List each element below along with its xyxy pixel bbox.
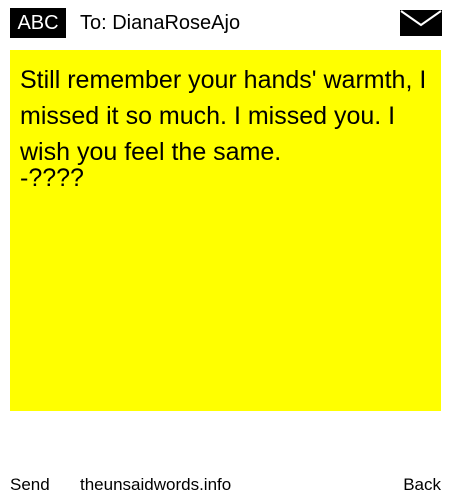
recipient-label: To: DianaRoseAjo (80, 12, 241, 34)
message-header: ABC To: DianaRoseAjo (0, 0, 450, 46)
message-text-area[interactable]: Still remember your hands' warmth, I mis… (10, 50, 441, 411)
envelope-icon[interactable] (400, 10, 442, 36)
back-button[interactable]: Back (403, 472, 441, 498)
footer-bar: Send theunsaidwords.info Back (0, 472, 450, 498)
unsaid-message-screen: ABC To: DianaRoseAjo Still remember your… (0, 0, 450, 500)
send-button[interactable]: Send (10, 472, 50, 498)
message-body: Still remember your hands' warmth, I mis… (20, 66, 434, 166)
input-mode-badge[interactable]: ABC (10, 8, 66, 38)
site-link[interactable]: theunsaidwords.info (80, 472, 231, 498)
